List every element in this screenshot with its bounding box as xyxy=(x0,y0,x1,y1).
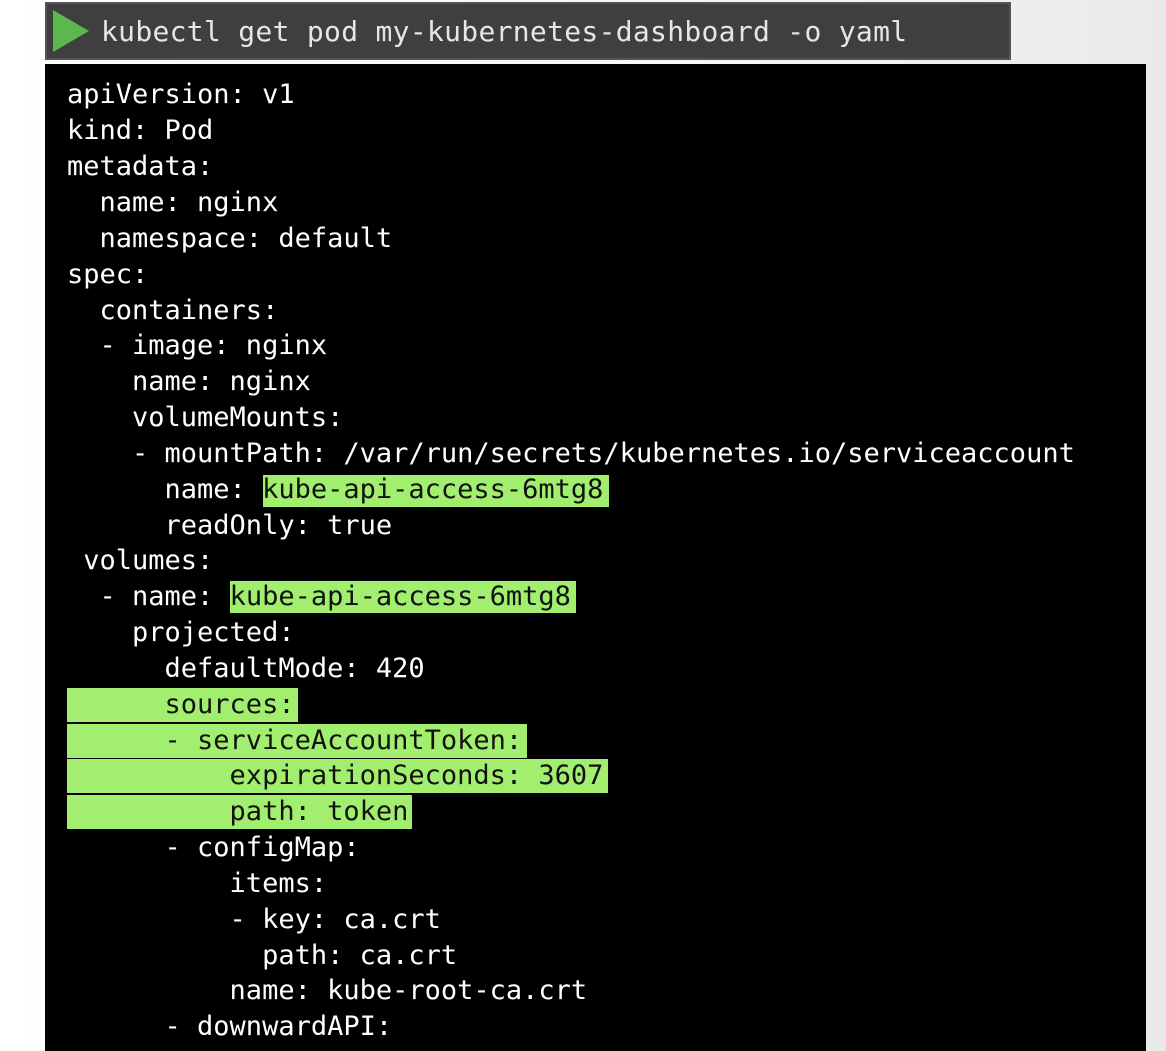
terminal-output: apiVersion: v1 kind: Pod metadata: name:… xyxy=(45,64,1146,1051)
yaml-key: - name: xyxy=(67,581,230,612)
yaml-line: volumes: xyxy=(67,545,214,576)
highlighted-volume-name: kube-api-access-6mtg8 xyxy=(229,581,571,612)
yaml-line: kind: Pod xyxy=(67,115,214,146)
yaml-line: metadata: xyxy=(67,151,214,182)
yaml-line: name: kube-root-ca.crt xyxy=(67,975,588,1006)
yaml-line: containers: xyxy=(67,295,279,326)
highlighted-volume-mount-name: kube-api-access-6mtg8 xyxy=(262,474,604,505)
yaml-line: - key: ca.crt xyxy=(67,904,441,935)
yaml-line: spec: xyxy=(67,259,149,290)
yaml-line: - image: nginx xyxy=(67,330,328,361)
yaml-line: name: nginx xyxy=(67,366,311,397)
yaml-line: projected: xyxy=(67,617,295,648)
yaml-line: apiVersion: v1 xyxy=(67,79,295,110)
yaml-line: defaultMode: 420 xyxy=(67,653,425,684)
yaml-line: items: xyxy=(67,868,328,899)
yaml-line: name: kube-api-access-6mtg8 xyxy=(67,473,604,507)
yaml-line: - downwardAPI: xyxy=(67,1011,393,1042)
yaml-line: path: ca.crt xyxy=(67,940,458,971)
yaml-line: - name: kube-api-access-6mtg8 xyxy=(67,580,571,614)
yaml-line: path: token xyxy=(67,796,409,827)
yaml-line: namespace: default xyxy=(67,223,393,254)
yaml-key: name: xyxy=(67,474,263,505)
yaml-line: - serviceAccountToken: xyxy=(67,725,523,756)
yaml-line: volumeMounts: xyxy=(67,402,344,433)
command-text: kubectl get pod my-kubernetes-dashboard … xyxy=(101,15,908,48)
play-icon[interactable] xyxy=(53,10,89,52)
yaml-line: expirationSeconds: 3607 xyxy=(67,760,604,791)
command-bar: kubectl get pod my-kubernetes-dashboard … xyxy=(45,2,1011,60)
yaml-line: readOnly: true xyxy=(67,510,393,541)
yaml-line: sources: xyxy=(67,689,295,720)
yaml-line: name: nginx xyxy=(67,187,279,218)
yaml-line: - mountPath: /var/run/secrets/kubernetes… xyxy=(67,438,1075,469)
yaml-line: - configMap: xyxy=(67,832,360,863)
